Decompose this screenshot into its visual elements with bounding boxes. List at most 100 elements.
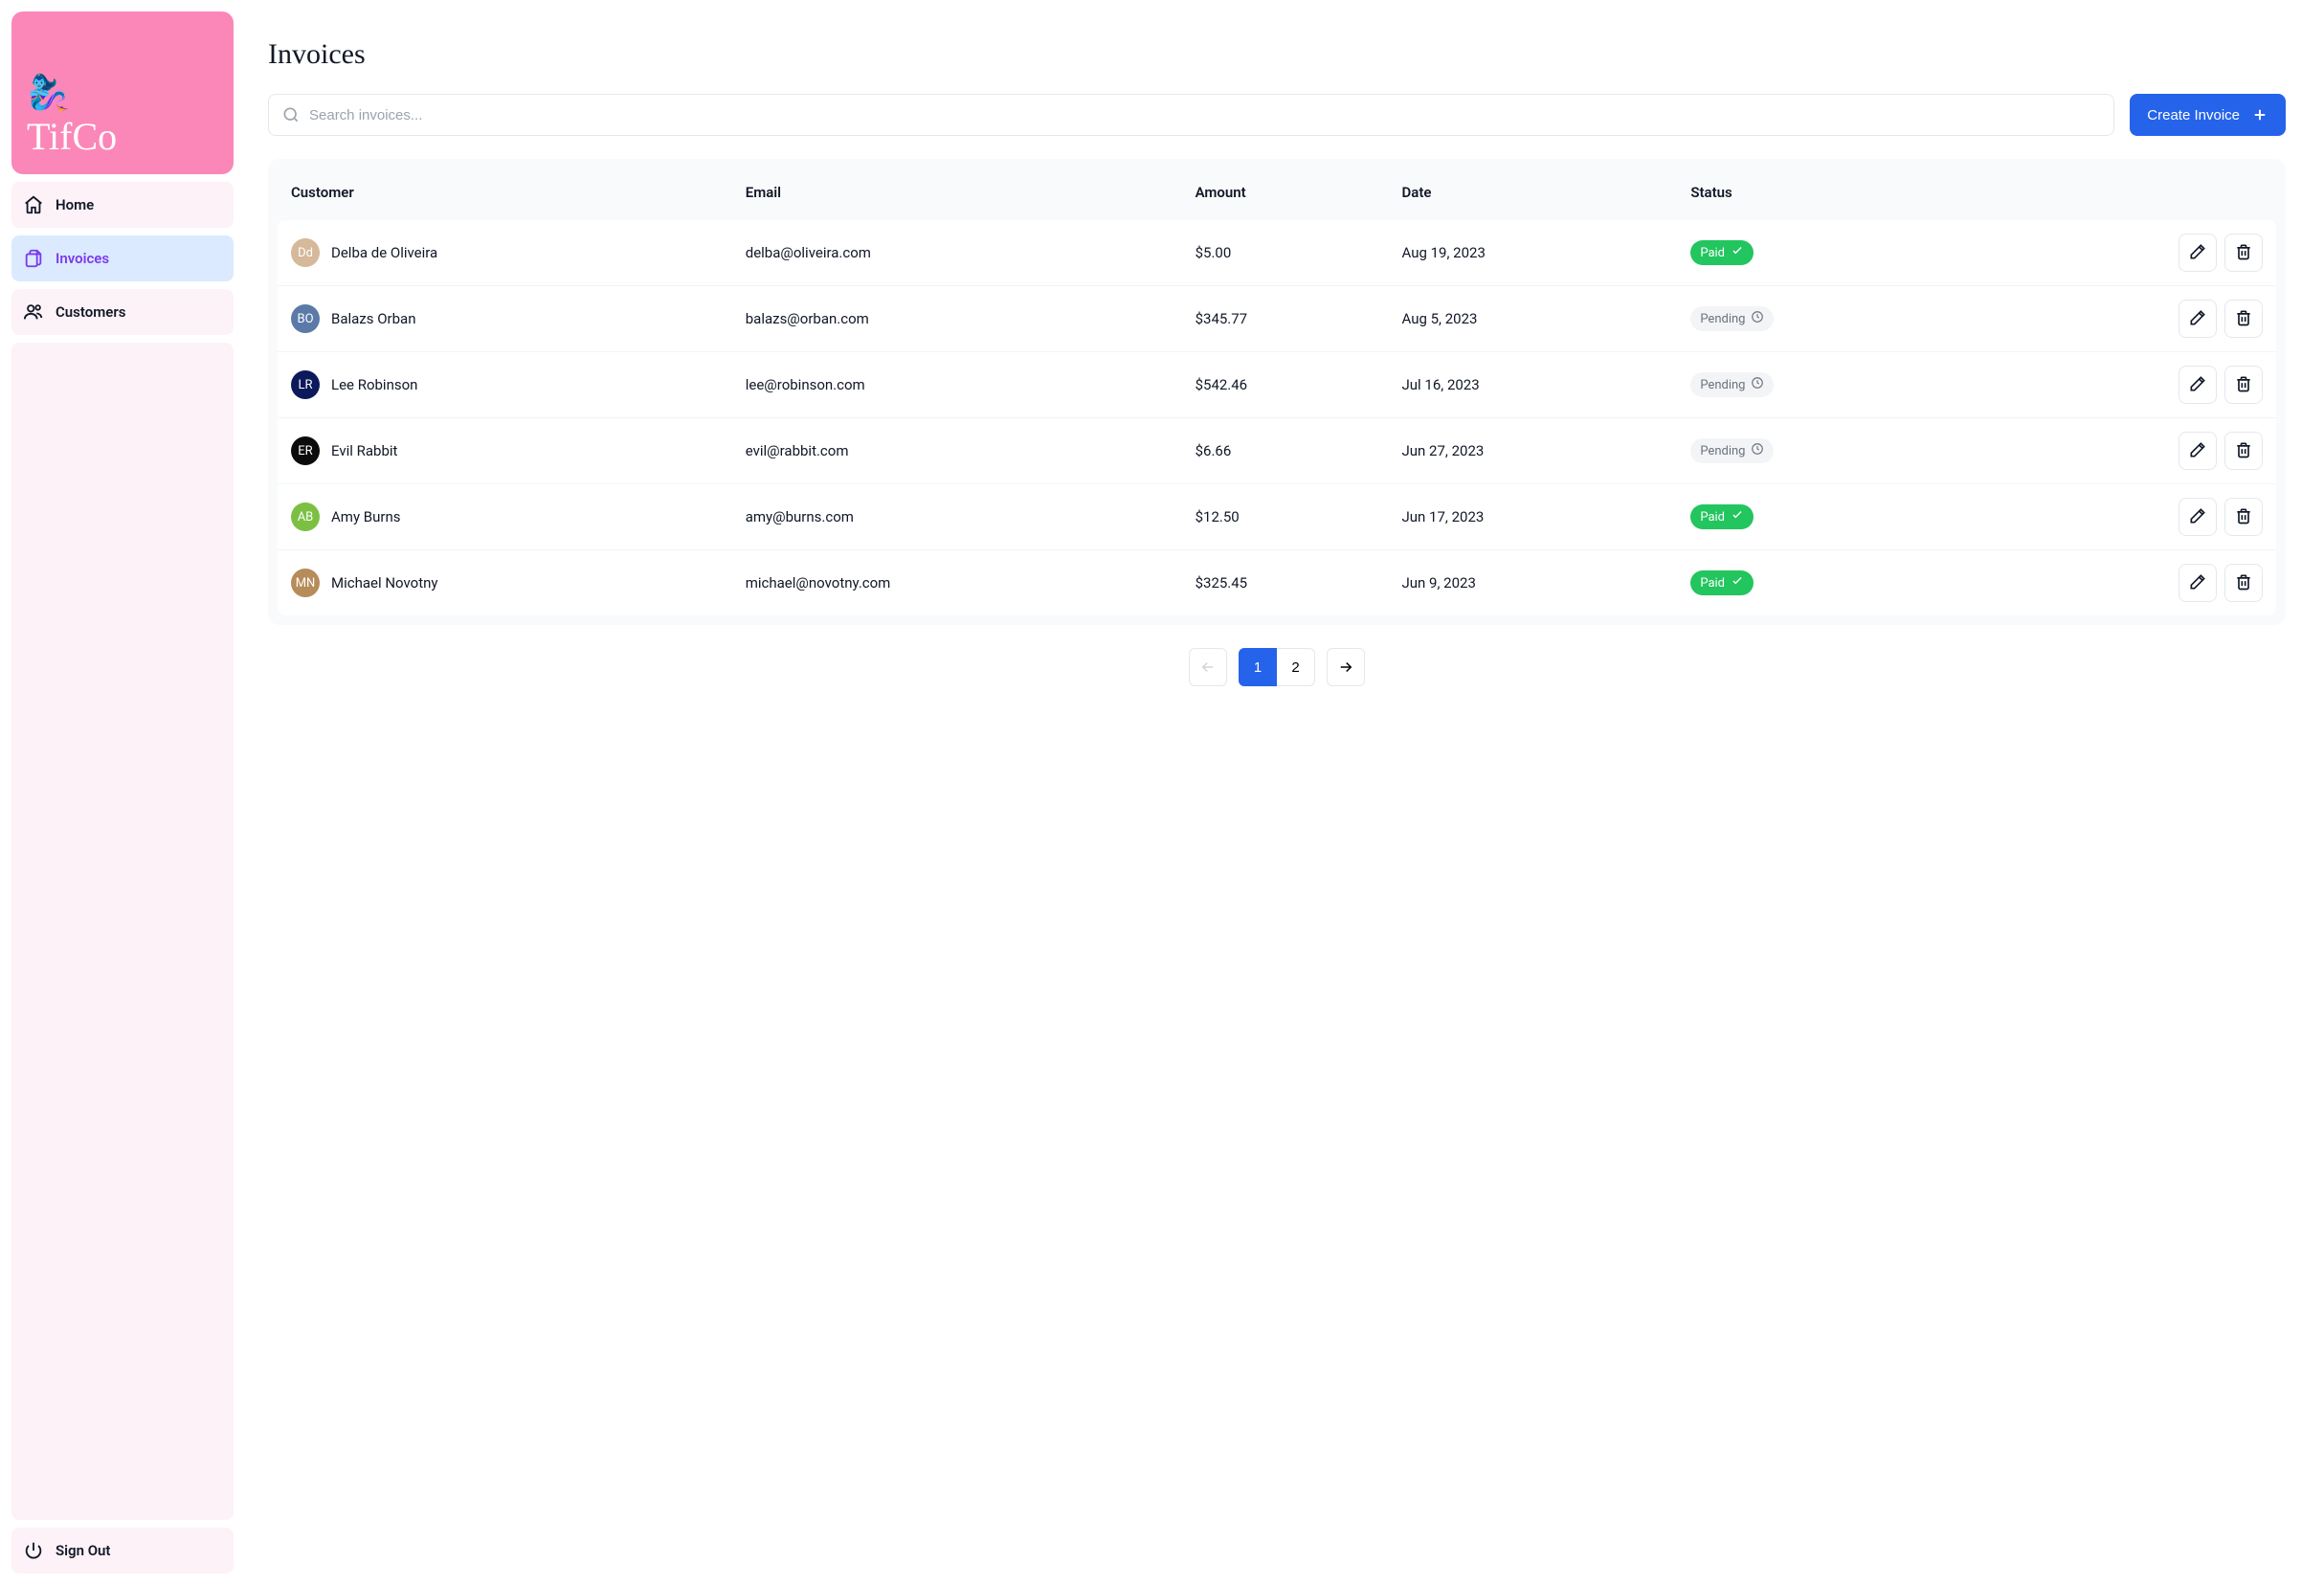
page-2[interactable]: 2 xyxy=(1277,648,1315,686)
edit-button[interactable] xyxy=(2179,300,2217,338)
brand-card: 🧞‍♀️ TifCo xyxy=(11,11,234,174)
customer-name: Michael Novotny xyxy=(331,574,437,592)
power-icon xyxy=(23,1540,44,1561)
trash-icon xyxy=(2234,308,2253,330)
nav-home-label: Home xyxy=(56,196,94,213)
nav-customers-label: Customers xyxy=(56,303,125,321)
nav-customers[interactable]: Customers xyxy=(11,289,234,335)
table-row: DdDelba de Oliveiradelba@oliveira.com$5.… xyxy=(278,220,2276,286)
page-next[interactable] xyxy=(1327,648,1365,686)
pencil-icon xyxy=(2188,572,2207,594)
check-icon xyxy=(1731,574,1744,592)
delete-button[interactable] xyxy=(2224,300,2263,338)
customer-email: delba@oliveira.com xyxy=(732,220,1182,286)
invoice-date: Jun 27, 2023 xyxy=(1389,418,1678,484)
document-duplicate-icon xyxy=(23,248,44,269)
avatar: MN xyxy=(291,569,320,597)
status-label: Pending xyxy=(1700,312,1745,326)
arrow-left-icon xyxy=(1199,659,1217,676)
trash-icon xyxy=(2234,242,2253,264)
table-row: MN Michael Novotny michael@novotny.com$325… xyxy=(278,550,2276,616)
trash-icon xyxy=(2234,572,2253,594)
sign-out-label: Sign Out xyxy=(56,1542,110,1559)
sidebar-spacer xyxy=(11,343,234,1520)
customer-name: Balazs Orban xyxy=(331,310,415,327)
col-amount: Amount xyxy=(1182,168,1389,220)
check-icon xyxy=(1731,244,1744,261)
plus-icon xyxy=(2251,106,2268,123)
pencil-icon xyxy=(2188,506,2207,528)
col-date: Date xyxy=(1389,168,1678,220)
status-badge: Pending xyxy=(1690,438,1774,463)
status-label: Paid xyxy=(1700,246,1725,260)
delete-button[interactable] xyxy=(2224,432,2263,470)
col-email: Email xyxy=(732,168,1182,220)
clock-icon xyxy=(1751,310,1764,327)
page-1[interactable]: 1 xyxy=(1239,648,1277,686)
page-prev[interactable] xyxy=(1189,648,1227,686)
col-customer: Customer xyxy=(278,168,732,220)
edit-button[interactable] xyxy=(2179,234,2217,272)
status-label: Paid xyxy=(1700,576,1725,591)
pencil-icon xyxy=(2188,374,2207,396)
pencil-icon xyxy=(2188,440,2207,462)
nav-invoices-label: Invoices xyxy=(56,250,109,267)
edit-button[interactable] xyxy=(2179,564,2217,602)
delete-button[interactable] xyxy=(2224,234,2263,272)
pencil-icon xyxy=(2188,242,2207,264)
pencil-icon xyxy=(2188,308,2207,330)
delete-button[interactable] xyxy=(2224,366,2263,404)
customer-email: evil@rabbit.com xyxy=(732,418,1182,484)
table-row: LRLee Robinsonlee@robinson.com$542.46Jul… xyxy=(278,352,2276,418)
trash-icon xyxy=(2234,506,2253,528)
customer-email: lee@robinson.com xyxy=(732,352,1182,418)
invoice-amount: $542.46 xyxy=(1182,352,1389,418)
search-input[interactable] xyxy=(268,94,2114,136)
status-label: Paid xyxy=(1700,510,1725,525)
invoice-amount: $345.77 xyxy=(1182,286,1389,352)
avatar: Dd xyxy=(291,238,320,267)
delete-button[interactable] xyxy=(2224,564,2263,602)
status-badge: Pending xyxy=(1690,372,1774,397)
avatar: AB xyxy=(291,502,320,531)
customer-email: balazs@orban.com xyxy=(732,286,1182,352)
search-wrap xyxy=(268,94,2114,136)
customer-name: Delba de Oliveira xyxy=(331,244,437,261)
invoice-date: Jun 9, 2023 xyxy=(1389,550,1678,616)
clock-icon xyxy=(1751,442,1764,459)
create-invoice-label: Create Invoice xyxy=(2147,107,2240,123)
edit-button[interactable] xyxy=(2179,432,2217,470)
col-status: Status xyxy=(1677,168,1965,220)
invoice-amount: $325.45 xyxy=(1182,550,1389,616)
status-label: Pending xyxy=(1700,444,1745,458)
edit-button[interactable] xyxy=(2179,498,2217,536)
status-badge: Pending xyxy=(1690,306,1774,331)
nav-invoices[interactable]: Invoices xyxy=(11,235,234,281)
invoice-date: Aug 19, 2023 xyxy=(1389,220,1678,286)
page-title: Invoices xyxy=(268,38,2286,71)
customer-name: Lee Robinson xyxy=(331,376,417,393)
create-invoice-button[interactable]: Create Invoice xyxy=(2130,94,2286,136)
sidebar: 🧞‍♀️ TifCo Home Invoices Customers Sign … xyxy=(0,0,245,1585)
check-icon xyxy=(1731,508,1744,525)
delete-button[interactable] xyxy=(2224,498,2263,536)
customer-name: Amy Burns xyxy=(331,508,400,525)
trash-icon xyxy=(2234,374,2253,396)
nav: Home Invoices Customers xyxy=(11,182,234,335)
invoice-date: Jul 16, 2023 xyxy=(1389,352,1678,418)
invoice-amount: $12.50 xyxy=(1182,484,1389,550)
sign-out-button[interactable]: Sign Out xyxy=(11,1528,234,1574)
main: Invoices Create Invoice Customer Email A… xyxy=(245,0,2324,1585)
table-row: BOBalazs Orbanbalazs@orban.com$345.77Aug… xyxy=(278,286,2276,352)
invoices-table: Customer Email Amount Date Status Dd Delb… xyxy=(278,168,2276,615)
invoice-amount: $6.66 xyxy=(1182,418,1389,484)
pagination: 12 xyxy=(268,648,2286,686)
trash-icon xyxy=(2234,440,2253,462)
home-icon xyxy=(23,194,44,215)
nav-home[interactable]: Home xyxy=(11,182,234,228)
clock-icon xyxy=(1751,376,1764,393)
brand-emoji: 🧞‍♀️ xyxy=(27,76,218,110)
customer-email: michael@novotny.com xyxy=(732,550,1182,616)
edit-button[interactable] xyxy=(2179,366,2217,404)
avatar: ER xyxy=(291,436,320,465)
